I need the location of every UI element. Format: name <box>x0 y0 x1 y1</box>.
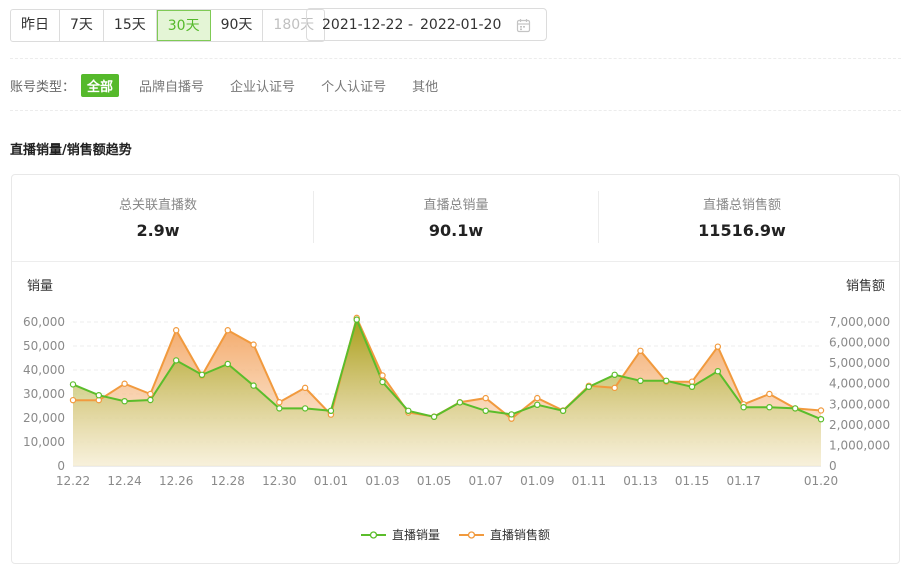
sales-volume-area <box>73 319 821 466</box>
trend-chart: 0 10,000 20,000 30,000 40,000 50,000 60,000 0 1,… <box>23 278 890 542</box>
sales-volume-point <box>147 396 154 404</box>
y-right-tick-label: 6,000,000 <box>829 336 890 350</box>
x-tick-label: 12.22 <box>56 474 90 488</box>
sales-amount-point <box>172 327 180 334</box>
y-right-tick-label: 1,000,000 <box>829 438 890 452</box>
sales-volume-point <box>585 383 593 390</box>
y-left-tick-label: 30,000 <box>23 387 65 401</box>
sales-amount-point <box>817 407 825 414</box>
y-right-tick-label: 4,000,000 <box>829 377 890 391</box>
sales-amount-point <box>224 327 231 334</box>
sales-volume-point <box>714 368 722 375</box>
sales-amount-point <box>147 390 154 398</box>
x-tick-label: 01.01 <box>314 474 348 488</box>
sales-volume-point <box>559 407 567 414</box>
sales-amount-point <box>688 378 696 385</box>
sales-volume-point <box>69 381 77 388</box>
sales-volume-point <box>301 405 309 412</box>
sales-amount-point <box>534 394 541 402</box>
sales-volume-point <box>456 399 464 406</box>
sales-amount-point <box>121 380 128 387</box>
y-right-tick-label: 5,000,000 <box>829 356 890 370</box>
sales-volume-point <box>740 404 747 411</box>
y-right-axis-title: 销售额 <box>846 278 885 294</box>
y-left-tick-label: 20,000 <box>23 411 65 425</box>
legend-label: 直播销售额 <box>490 527 550 542</box>
x-tick-label: 12.28 <box>211 474 245 488</box>
sales-amount-point <box>69 396 77 404</box>
y-left-tick-label: 50,000 <box>23 339 65 353</box>
y-left-tick-label: 0 <box>57 459 65 473</box>
sales-volume-point <box>792 405 799 412</box>
x-tick-label: 01.15 <box>675 474 709 488</box>
sales-volume-point <box>430 413 438 420</box>
sales-volume-point <box>688 383 696 390</box>
x-tick-label: 01.05 <box>417 474 451 488</box>
sales-amount-point <box>379 372 386 379</box>
y-left-tick-label: 40,000 <box>23 363 65 377</box>
x-tick-label: 01.13 <box>623 474 657 488</box>
sales-volume-point <box>482 407 489 414</box>
x-tick-label: 12.24 <box>107 474 141 488</box>
sales-amount-point <box>301 384 309 392</box>
sales-volume-point <box>250 382 257 389</box>
sales-amount-point <box>250 341 257 348</box>
x-tick-label: 12.30 <box>262 474 296 488</box>
legend-label: 直播销量 <box>392 528 440 542</box>
y-left-tick-label: 10,000 <box>23 435 65 449</box>
sales-volume-point <box>198 371 206 378</box>
x-tick-label: 12.26 <box>159 474 193 488</box>
sales-amount-point <box>611 384 618 392</box>
legend-marker <box>467 531 476 539</box>
sales-volume-point <box>172 357 180 364</box>
sales-volume-point <box>224 360 231 368</box>
y-left-tick-label: 60,000 <box>23 315 65 329</box>
sales-amount-point <box>766 390 773 398</box>
sales-volume-point <box>405 407 412 414</box>
y-left-axis-title: 销量 <box>27 279 53 294</box>
sales-volume-point <box>327 407 335 414</box>
sales-volume-point <box>766 404 773 411</box>
y-right-tick-label: 0 <box>829 459 837 473</box>
y-right-tick-label: 3,000,000 <box>829 397 890 411</box>
sales-amount-point <box>637 347 644 354</box>
x-tick-label: 01.03 <box>365 474 399 488</box>
x-tick-label: 01.11 <box>572 474 606 488</box>
sales-amount-point <box>714 343 722 350</box>
x-tick-label: 01.17 <box>726 474 760 488</box>
sales-volume-point <box>379 378 386 386</box>
legend-marker <box>369 531 378 539</box>
x-tick-label: 01.09 <box>520 474 554 488</box>
sales-volume-point <box>353 316 360 323</box>
sales-amount-point <box>482 394 489 402</box>
sales-volume-point <box>276 405 283 412</box>
sales-volume-point <box>637 377 644 384</box>
sales-volume-point <box>95 392 102 399</box>
sales-volume-point <box>121 398 128 405</box>
y-right-tick-label: 2,000,000 <box>829 418 890 432</box>
x-tick-label: 01.07 <box>469 474 503 488</box>
sales-volume-point <box>611 371 618 378</box>
x-tick-label: 01.20 <box>804 474 838 488</box>
y-right-tick-label: 7,000,000 <box>829 315 890 329</box>
sales-volume-point <box>663 377 670 384</box>
sales-amount-point <box>276 399 283 406</box>
sales-volume-point <box>508 411 515 418</box>
sales-volume-point <box>817 416 825 423</box>
sales-volume-point <box>534 401 541 408</box>
